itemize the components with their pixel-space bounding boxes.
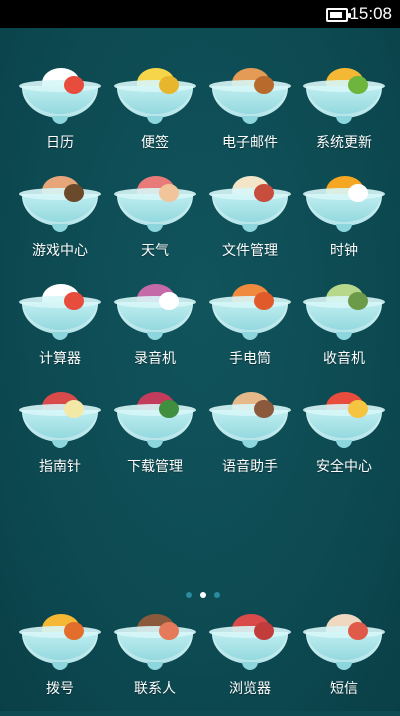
bowl-icon [114, 626, 196, 670]
app-label: 文件管理 [222, 243, 278, 259]
bowl-icon [19, 626, 101, 670]
bowl-icon [114, 404, 196, 448]
app-label: 系统更新 [316, 135, 372, 151]
calendar-accent-icon [64, 76, 84, 94]
app-compass[interactable]: 指南针 [12, 392, 108, 494]
bowl-icon [303, 188, 385, 232]
app-label: 天气 [141, 243, 169, 259]
game-center-accent-icon [64, 184, 84, 202]
bowl-icon [114, 188, 196, 232]
sms-accent-icon [348, 622, 368, 640]
app-notes[interactable]: 便签 [107, 68, 203, 170]
page-dot[interactable] [200, 592, 206, 598]
bowl-icon [303, 80, 385, 124]
app-label: 安全中心 [316, 459, 372, 475]
app-label: 下载管理 [127, 459, 183, 475]
bowl-icon [209, 296, 291, 340]
app-flashlight[interactable]: 手电筒 [202, 284, 298, 386]
app-recorder[interactable]: 录音机 [107, 284, 203, 386]
flashlight-accent-icon [254, 292, 274, 310]
page-dot[interactable] [186, 592, 192, 598]
compass-accent-icon [64, 400, 84, 418]
app-label: 语音助手 [222, 459, 278, 475]
app-label: 录音机 [134, 351, 176, 367]
bowl-icon [209, 404, 291, 448]
app-browser[interactable]: 浏览器 [202, 614, 298, 716]
app-download-manager[interactable]: 下载管理 [107, 392, 203, 494]
email-accent-icon [254, 76, 274, 94]
dialer-accent-icon [64, 622, 84, 640]
bowl-icon [19, 404, 101, 448]
recorder-accent-icon [159, 292, 179, 310]
app-system-update[interactable]: 系统更新 [296, 68, 392, 170]
bowl-icon [303, 404, 385, 448]
app-label: 电子邮件 [222, 135, 278, 151]
weather-accent-icon [159, 184, 179, 202]
download-manager-accent-icon [159, 400, 179, 418]
app-label: 手电筒 [229, 351, 271, 367]
status-bar: 15:08 [0, 0, 400, 28]
app-radio[interactable]: 收音机 [296, 284, 392, 386]
bowl-icon [303, 296, 385, 340]
app-contacts[interactable]: 联系人 [107, 614, 203, 716]
app-label: 便签 [141, 135, 169, 151]
app-label: 收音机 [323, 351, 365, 367]
app-label: 浏览器 [229, 681, 271, 697]
app-weather[interactable]: 天气 [107, 176, 203, 278]
file-manager-accent-icon [254, 184, 274, 202]
bowl-icon [209, 188, 291, 232]
app-label: 游戏中心 [32, 243, 88, 259]
system-update-accent-icon [348, 76, 368, 94]
app-security-center[interactable]: 安全中心 [296, 392, 392, 494]
app-label: 计算器 [39, 351, 81, 367]
calculator-accent-icon [64, 292, 84, 310]
bowl-icon [114, 80, 196, 124]
app-calculator[interactable]: 计算器 [12, 284, 108, 386]
app-label: 拨号 [46, 681, 74, 697]
clock-accent-icon [348, 184, 368, 202]
bowl-icon [19, 296, 101, 340]
contacts-accent-icon [159, 622, 179, 640]
bowl-icon [303, 626, 385, 670]
status-time: 15:08 [349, 4, 392, 23]
notes-accent-icon [159, 76, 179, 94]
battery-icon [326, 8, 351, 22]
app-label: 日历 [46, 135, 74, 151]
bowl-icon [114, 296, 196, 340]
radio-accent-icon [348, 292, 368, 310]
bowl-icon [209, 80, 291, 124]
app-calendar[interactable]: 日历 [12, 68, 108, 170]
page-indicator[interactable] [182, 583, 224, 598]
app-file-manager[interactable]: 文件管理 [202, 176, 298, 278]
app-label: 短信 [330, 681, 358, 697]
browser-accent-icon [254, 622, 274, 640]
app-email[interactable]: 电子邮件 [202, 68, 298, 170]
app-sms[interactable]: 短信 [296, 614, 392, 716]
app-voice-assistant[interactable]: 语音助手 [202, 392, 298, 494]
app-clock[interactable]: 时钟 [296, 176, 392, 278]
app-game-center[interactable]: 游戏中心 [12, 176, 108, 278]
page-dot[interactable] [214, 592, 220, 598]
app-label: 指南针 [39, 459, 81, 475]
voice-assistant-accent-icon [254, 400, 274, 418]
app-label: 时钟 [330, 243, 358, 259]
app-dialer[interactable]: 拨号 [12, 614, 108, 716]
bowl-icon [19, 80, 101, 124]
bowl-icon [19, 188, 101, 232]
bowl-icon [209, 626, 291, 670]
app-label: 联系人 [134, 681, 176, 697]
security-center-accent-icon [348, 400, 368, 418]
